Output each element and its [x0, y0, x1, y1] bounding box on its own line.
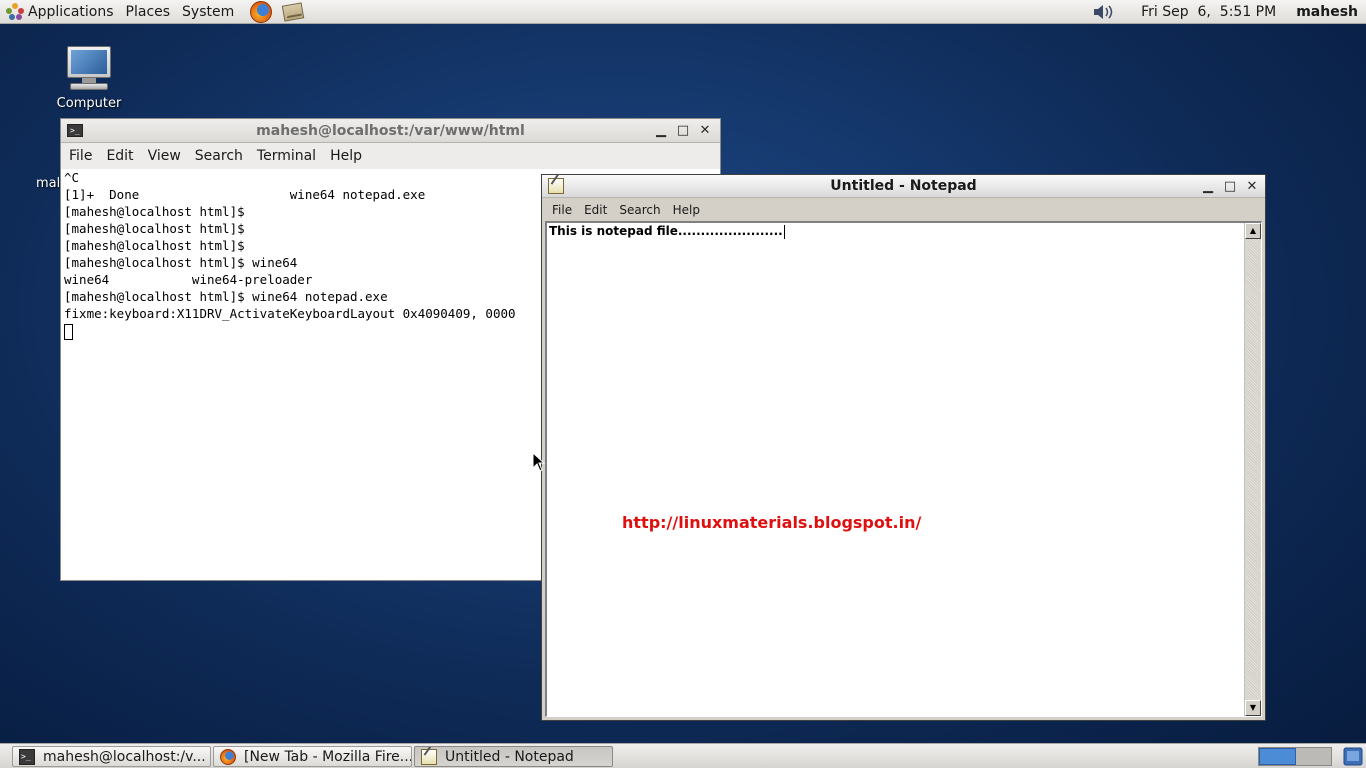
notepad-menu-file[interactable]: File [546, 203, 578, 217]
terminal-menu-edit[interactable]: Edit [99, 148, 140, 164]
firefox-launcher[interactable] [248, 0, 274, 24]
clock[interactable]: Fri Sep 6, 5:51 PM [1141, 4, 1276, 20]
maximize-button[interactable]: □ [672, 121, 694, 141]
workspace-switcher[interactable] [1258, 747, 1332, 766]
taskbar-item-label: mahesh@localhost:/v... [43, 748, 206, 765]
terminal-cursor [64, 323, 73, 340]
bottom-panel: >_ mahesh@localhost:/v... [New Tab - Moz… [0, 743, 1366, 768]
terminal-titlebar[interactable]: >_ mahesh@localhost:/var/www/html ▁ □ ✕ [61, 119, 720, 143]
notepad-menu-edit[interactable]: Edit [578, 203, 613, 217]
firefox-icon [250, 0, 273, 23]
terminal-menu-help[interactable]: Help [323, 148, 369, 164]
close-button[interactable]: ✕ [1241, 176, 1263, 196]
notepad-content: This is notepad file....................… [549, 224, 783, 238]
applications-menu[interactable]: Applications [0, 0, 120, 24]
mail-launcher[interactable] [280, 0, 306, 24]
notepad-text-area[interactable]: This is notepad file....................… [545, 221, 1262, 717]
minimize-button[interactable]: ▁ [1197, 176, 1219, 196]
firefox-icon [220, 748, 236, 765]
taskbar-item-label: [New Tab - Mozilla Fire... [244, 748, 412, 765]
watermark-url: http://linuxmaterials.blogspot.in/ [622, 513, 922, 532]
terminal-menu-file[interactable]: File [62, 148, 99, 164]
notepad-menu-help[interactable]: Help [667, 203, 706, 217]
computer-icon [64, 44, 114, 92]
volume-icon [1094, 4, 1113, 19]
volume-control[interactable] [1089, 0, 1119, 24]
applications-menu-label[interactable]: Applications [28, 0, 120, 24]
terminal-icon: >_ [19, 748, 35, 765]
gnome-foot-icon [6, 2, 24, 21]
terminal-title: mahesh@localhost:/var/www/html [256, 122, 525, 139]
notepad-icon [421, 748, 437, 765]
notepad-menubar: File Edit Search Help [542, 198, 1265, 222]
minimize-button[interactable]: ▁ [650, 121, 672, 141]
system-menu[interactable]: System [176, 0, 240, 24]
close-button[interactable]: ✕ [694, 121, 716, 141]
desktop-icon-computer[interactable]: Computer [52, 44, 126, 111]
trash-icon[interactable] [1343, 747, 1363, 766]
user-menu[interactable]: mahesh [1296, 4, 1358, 20]
terminal-menubar: File Edit View Search Terminal Help [61, 143, 720, 169]
notepad-menu-search[interactable]: Search [613, 203, 666, 217]
mouse-pointer-icon [532, 452, 546, 472]
vertical-scrollbar[interactable]: ▲ ▼ [1244, 223, 1261, 716]
notepad-window[interactable]: Untitled - Notepad ▁ □ ✕ File Edit Searc… [541, 174, 1266, 721]
desktop-icon-label: Computer [56, 96, 122, 111]
workspace-2[interactable] [1296, 748, 1331, 765]
notepad-text-line: This is notepad file....................… [549, 224, 785, 239]
maximize-button[interactable]: □ [1219, 176, 1241, 196]
places-menu[interactable]: Places [120, 0, 177, 24]
workspace-1[interactable] [1259, 748, 1296, 765]
terminal-menu-search[interactable]: Search [188, 148, 250, 164]
taskbar-item-terminal[interactable]: >_ mahesh@localhost:/v... [12, 746, 211, 767]
desktop-icon-partial-label: mal [36, 176, 61, 191]
taskbar-item-notepad[interactable]: Untitled - Notepad [414, 746, 613, 767]
taskbar-item-label: Untitled - Notepad [445, 748, 574, 765]
scroll-up-button[interactable]: ▲ [1245, 223, 1261, 239]
terminal-menu-terminal[interactable]: Terminal [250, 148, 323, 164]
notepad-title: Untitled - Notepad [830, 178, 977, 194]
taskbar-item-firefox[interactable]: [New Tab - Mozilla Fire... [213, 746, 412, 767]
terminal-menu-view[interactable]: View [141, 148, 188, 164]
scroll-down-button[interactable]: ▼ [1245, 700, 1261, 716]
mail-icon [282, 1, 305, 22]
top-panel: Applications Places System Fri Sep 6, 5:… [0, 0, 1366, 24]
text-caret [783, 224, 785, 239]
notepad-titlebar[interactable]: Untitled - Notepad ▁ □ ✕ [542, 175, 1265, 198]
